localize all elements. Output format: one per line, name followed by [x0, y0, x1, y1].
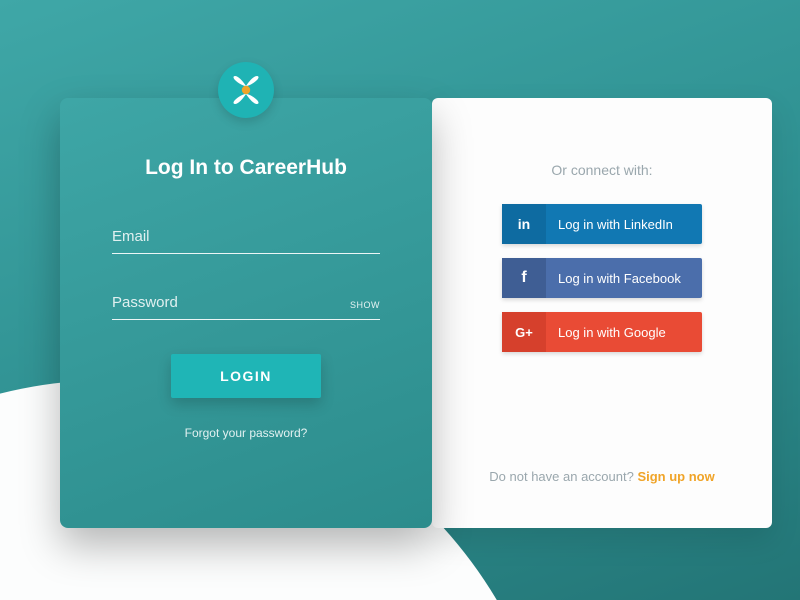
- login-title: Log In to CareerHub: [112, 156, 380, 180]
- login-with-facebook-button[interactable]: f Log in with Facebook: [502, 258, 702, 298]
- signup-prefix: Do not have an account?: [489, 469, 637, 484]
- google-icon: G+: [502, 312, 546, 352]
- app-logo: [218, 62, 274, 118]
- facebook-icon: f: [502, 258, 546, 298]
- or-connect-label: Or connect with:: [551, 162, 652, 178]
- email-field[interactable]: [112, 222, 380, 254]
- linkedin-icon: in: [502, 204, 546, 244]
- signup-link[interactable]: Sign up now: [637, 469, 714, 484]
- auth-stage: Or connect with: in Log in with LinkedIn…: [60, 98, 772, 528]
- login-card: Log In to CareerHub SHOW LOGIN Forgot yo…: [60, 98, 432, 528]
- social-login-card: Or connect with: in Log in with LinkedIn…: [432, 98, 772, 528]
- show-password-button[interactable]: SHOW: [350, 300, 380, 310]
- login-with-google-button[interactable]: G+ Log in with Google: [502, 312, 702, 352]
- facebook-label: Log in with Facebook: [546, 271, 681, 286]
- password-field-wrapper: SHOW: [112, 288, 380, 320]
- linkedin-label: Log in with LinkedIn: [546, 217, 673, 232]
- password-field[interactable]: [112, 288, 380, 320]
- signup-line: Do not have an account? Sign up now: [489, 469, 714, 484]
- google-label: Log in with Google: [546, 325, 666, 340]
- login-with-linkedin-button[interactable]: in Log in with LinkedIn: [502, 204, 702, 244]
- email-field-wrapper: [112, 222, 380, 254]
- forgot-password-link[interactable]: Forgot your password?: [112, 426, 380, 440]
- logo-icon: [228, 72, 264, 108]
- login-button[interactable]: LOGIN: [171, 354, 321, 398]
